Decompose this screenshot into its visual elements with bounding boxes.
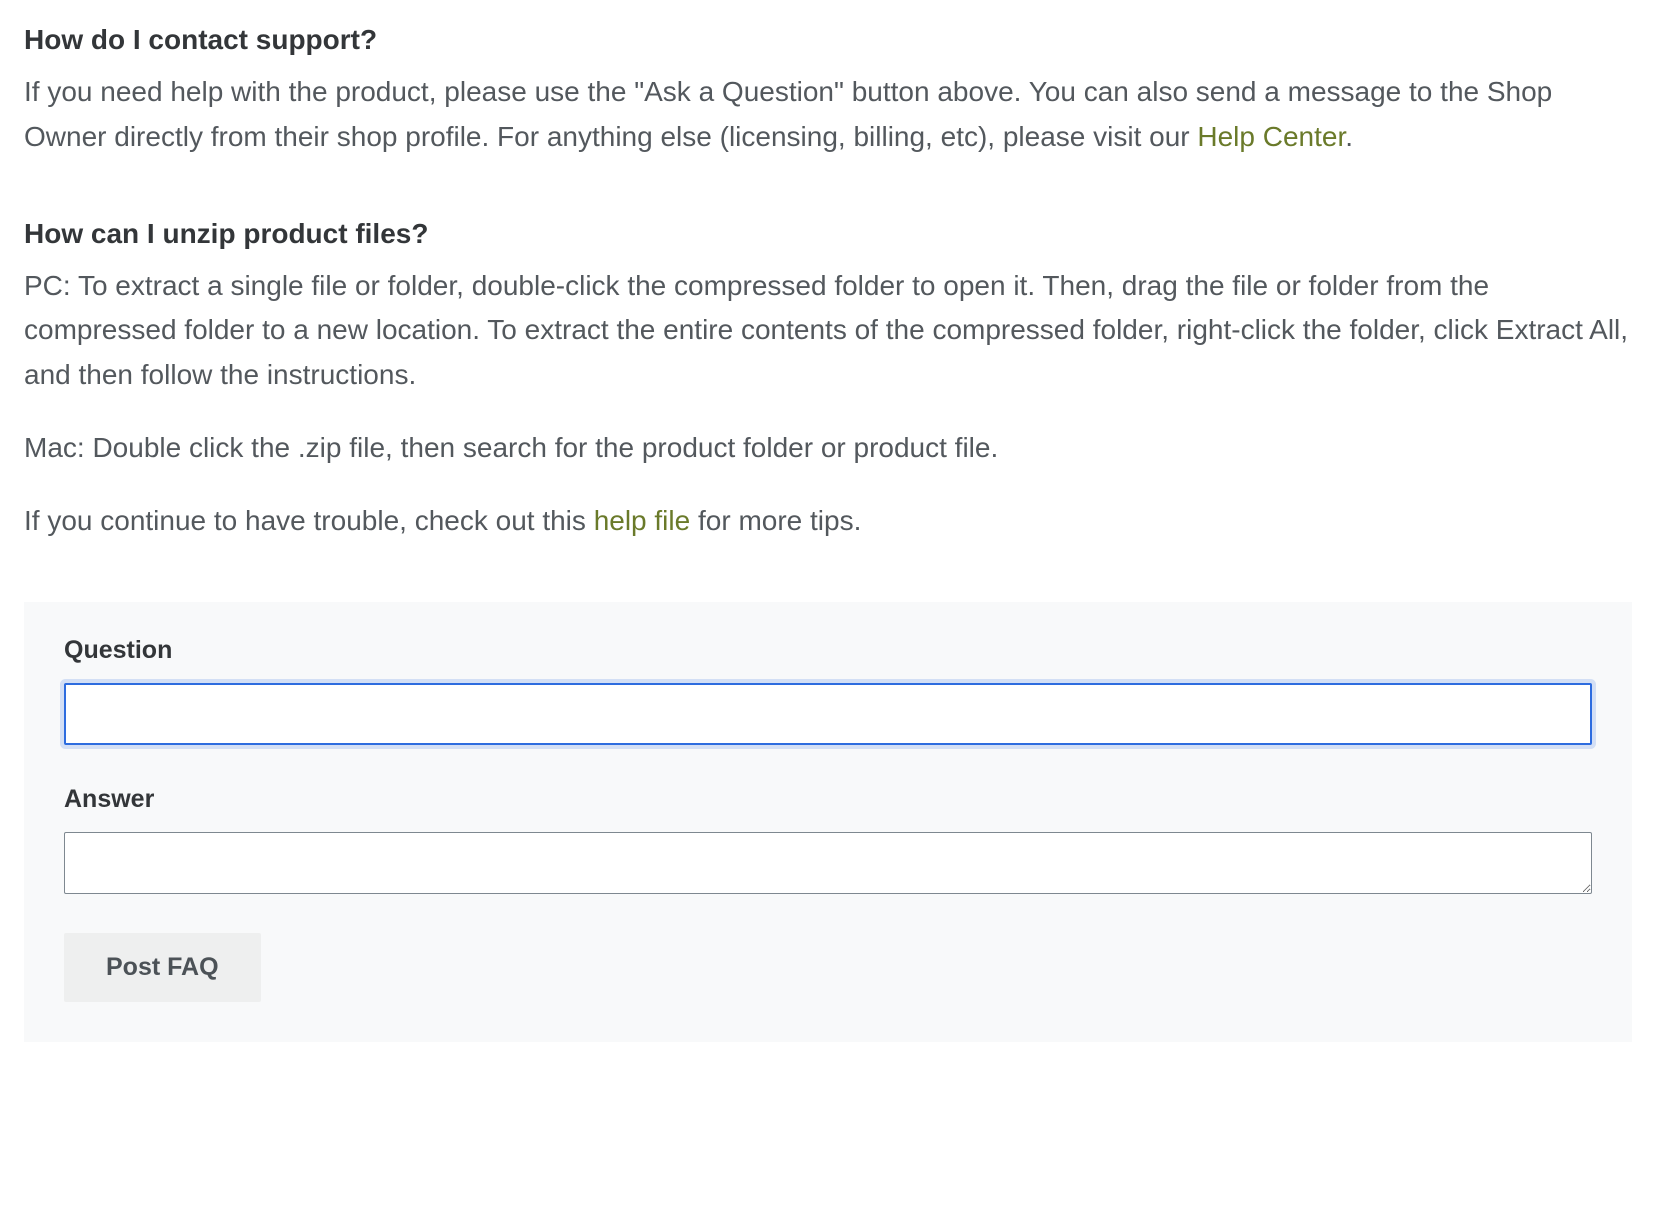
faq-body: PC: To extract a single file or folder, … <box>24 264 1632 544</box>
faq-paragraph: If you continue to have trouble, check o… <box>24 499 1632 544</box>
faq-paragraph: If you need help with the product, pleas… <box>24 70 1632 160</box>
faq-heading: How can I unzip product files? <box>24 218 1632 250</box>
faq-body: If you need help with the product, pleas… <box>24 70 1632 160</box>
question-input[interactable] <box>64 683 1592 745</box>
faq-section-unzip-files: How can I unzip product files? PC: To ex… <box>24 218 1632 544</box>
answer-textarea[interactable] <box>64 832 1592 894</box>
post-faq-form: Question Answer Post FAQ <box>24 602 1632 1042</box>
faq-heading: How do I contact support? <box>24 24 1632 56</box>
faq-paragraph: PC: To extract a single file or folder, … <box>24 264 1632 398</box>
faq-link[interactable]: Help Center <box>1197 121 1345 152</box>
answer-label: Answer <box>64 785 1592 814</box>
faq-paragraph: Mac: Double click the .zip file, then se… <box>24 426 1632 471</box>
faq-section-contact-support: How do I contact support? If you need he… <box>24 24 1632 160</box>
question-label: Question <box>64 636 1592 665</box>
post-faq-button[interactable]: Post FAQ <box>64 933 261 1002</box>
faq-link[interactable]: help file <box>594 505 691 536</box>
